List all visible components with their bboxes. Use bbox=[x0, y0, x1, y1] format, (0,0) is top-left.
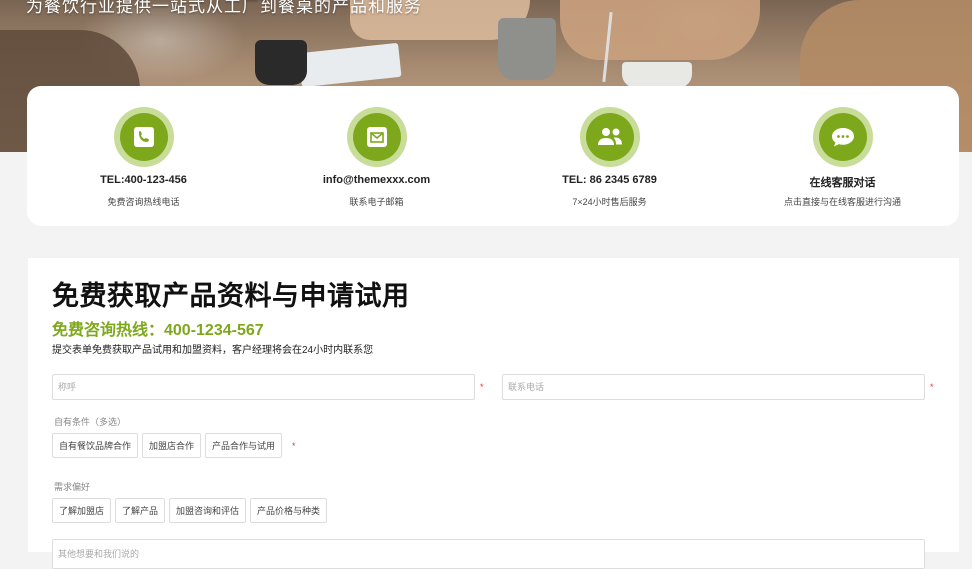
preference-option[interactable]: 产品价格与种类 bbox=[250, 498, 328, 523]
phone-required-mark: * bbox=[930, 382, 934, 392]
preference-option[interactable]: 了解产品 bbox=[115, 498, 166, 523]
trial-form-panel: 免费获取产品资料与申请试用 免费咨询热线：400-1234-567 提交表单免费… bbox=[28, 258, 959, 569]
phone-input[interactable] bbox=[502, 374, 925, 400]
contact-service-subtitle: 7×24小时售后服务 bbox=[572, 197, 647, 207]
preference-label: 需求偏好 bbox=[54, 482, 91, 492]
contact-email-title: info@themexxx.com bbox=[322, 174, 431, 186]
contact-email[interactable]: info@themexxx.com 联系电子邮箱 bbox=[260, 86, 493, 226]
contact-phone[interactable]: TEL:400-123-456 免费咨询热线电话 bbox=[27, 86, 260, 226]
condition-option[interactable]: 产品合作与试用 bbox=[205, 433, 283, 458]
preference-option[interactable]: 了解加盟店 bbox=[52, 498, 112, 523]
condition-option[interactable]: 自有餐饮品牌合作 bbox=[52, 433, 139, 458]
envelope-icon-ring bbox=[346, 107, 407, 167]
hero-tagline: 为餐饮行业提供一站式从工厂到餐桌的产品和服务 bbox=[26, 0, 422, 16]
hero-photo-coffee-cup bbox=[255, 40, 307, 85]
conditions-options: 自有餐饮品牌合作 加盟店合作 产品合作与试用 bbox=[52, 433, 283, 458]
contact-card: TEL:400-123-456 免费咨询热线电话 info@themexxx.c… bbox=[27, 86, 959, 226]
contact-phone-title: TEL:400-123-456 bbox=[100, 174, 187, 186]
condition-option[interactable]: 加盟店合作 bbox=[142, 433, 202, 458]
message-input[interactable] bbox=[52, 539, 925, 569]
phone-icon bbox=[119, 113, 168, 161]
form-description: 提交表单免费获取产品试用和加盟资料，客户经理将会在24小时内联系您 bbox=[52, 345, 374, 356]
contact-chat[interactable]: 在线客服对话 点击直接与在线客服进行沟通 bbox=[726, 86, 959, 226]
form-hotline: 免费咨询热线：400-1234-567 bbox=[52, 322, 264, 339]
conditions-label: 自有条件（多选） bbox=[54, 417, 127, 427]
chat-icon bbox=[818, 113, 867, 161]
phone-icon-ring bbox=[113, 107, 174, 167]
chat-icon-ring bbox=[812, 107, 873, 167]
form-title: 免费获取产品资料与申请试用 bbox=[52, 281, 410, 311]
hero-photo-arm bbox=[560, 0, 760, 60]
contact-service-title: TEL: 86 2345 6789 bbox=[562, 174, 657, 186]
contact-email-subtitle: 联系电子邮箱 bbox=[349, 197, 404, 207]
hero-photo-tablet bbox=[298, 42, 402, 88]
name-required-mark: * bbox=[480, 382, 484, 392]
preference-option[interactable]: 加盟咨询和评估 bbox=[169, 498, 247, 523]
contact-phone-subtitle: 免费咨询热线电话 bbox=[107, 197, 180, 207]
contact-service[interactable]: TEL: 86 2345 6789 7×24小时售后服务 bbox=[493, 86, 726, 226]
preference-options: 了解加盟店 了解产品 加盟咨询和评估 产品价格与种类 bbox=[52, 498, 328, 523]
hero-photo-mug bbox=[498, 18, 556, 80]
contact-chat-subtitle: 点击直接与在线客服进行沟通 bbox=[783, 197, 901, 207]
contact-chat-title: 在线客服对话 bbox=[809, 177, 876, 189]
envelope-icon bbox=[352, 113, 401, 161]
users-icon-ring bbox=[579, 107, 640, 167]
name-input[interactable] bbox=[52, 374, 475, 400]
hero-photo-cup bbox=[622, 62, 692, 88]
users-icon bbox=[585, 113, 634, 161]
conditions-required-mark: * bbox=[292, 441, 296, 451]
